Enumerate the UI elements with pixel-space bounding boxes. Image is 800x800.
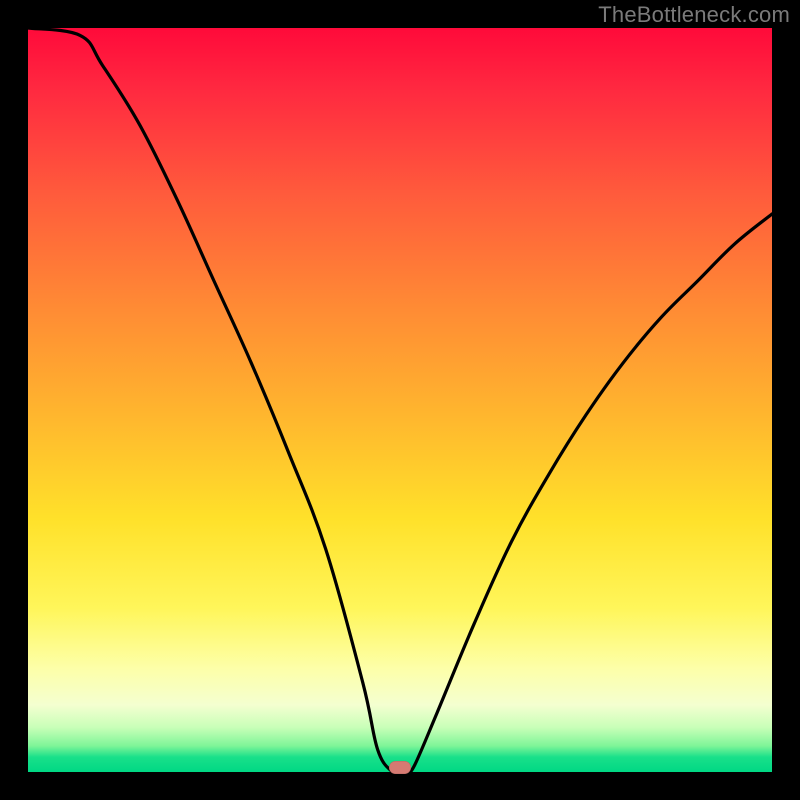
chart-frame: TheBottleneck.com [0, 0, 800, 800]
plot-area [28, 28, 772, 772]
bottleneck-curve [28, 28, 772, 772]
minimum-marker [389, 761, 411, 774]
watermark-text: TheBottleneck.com [598, 2, 790, 28]
